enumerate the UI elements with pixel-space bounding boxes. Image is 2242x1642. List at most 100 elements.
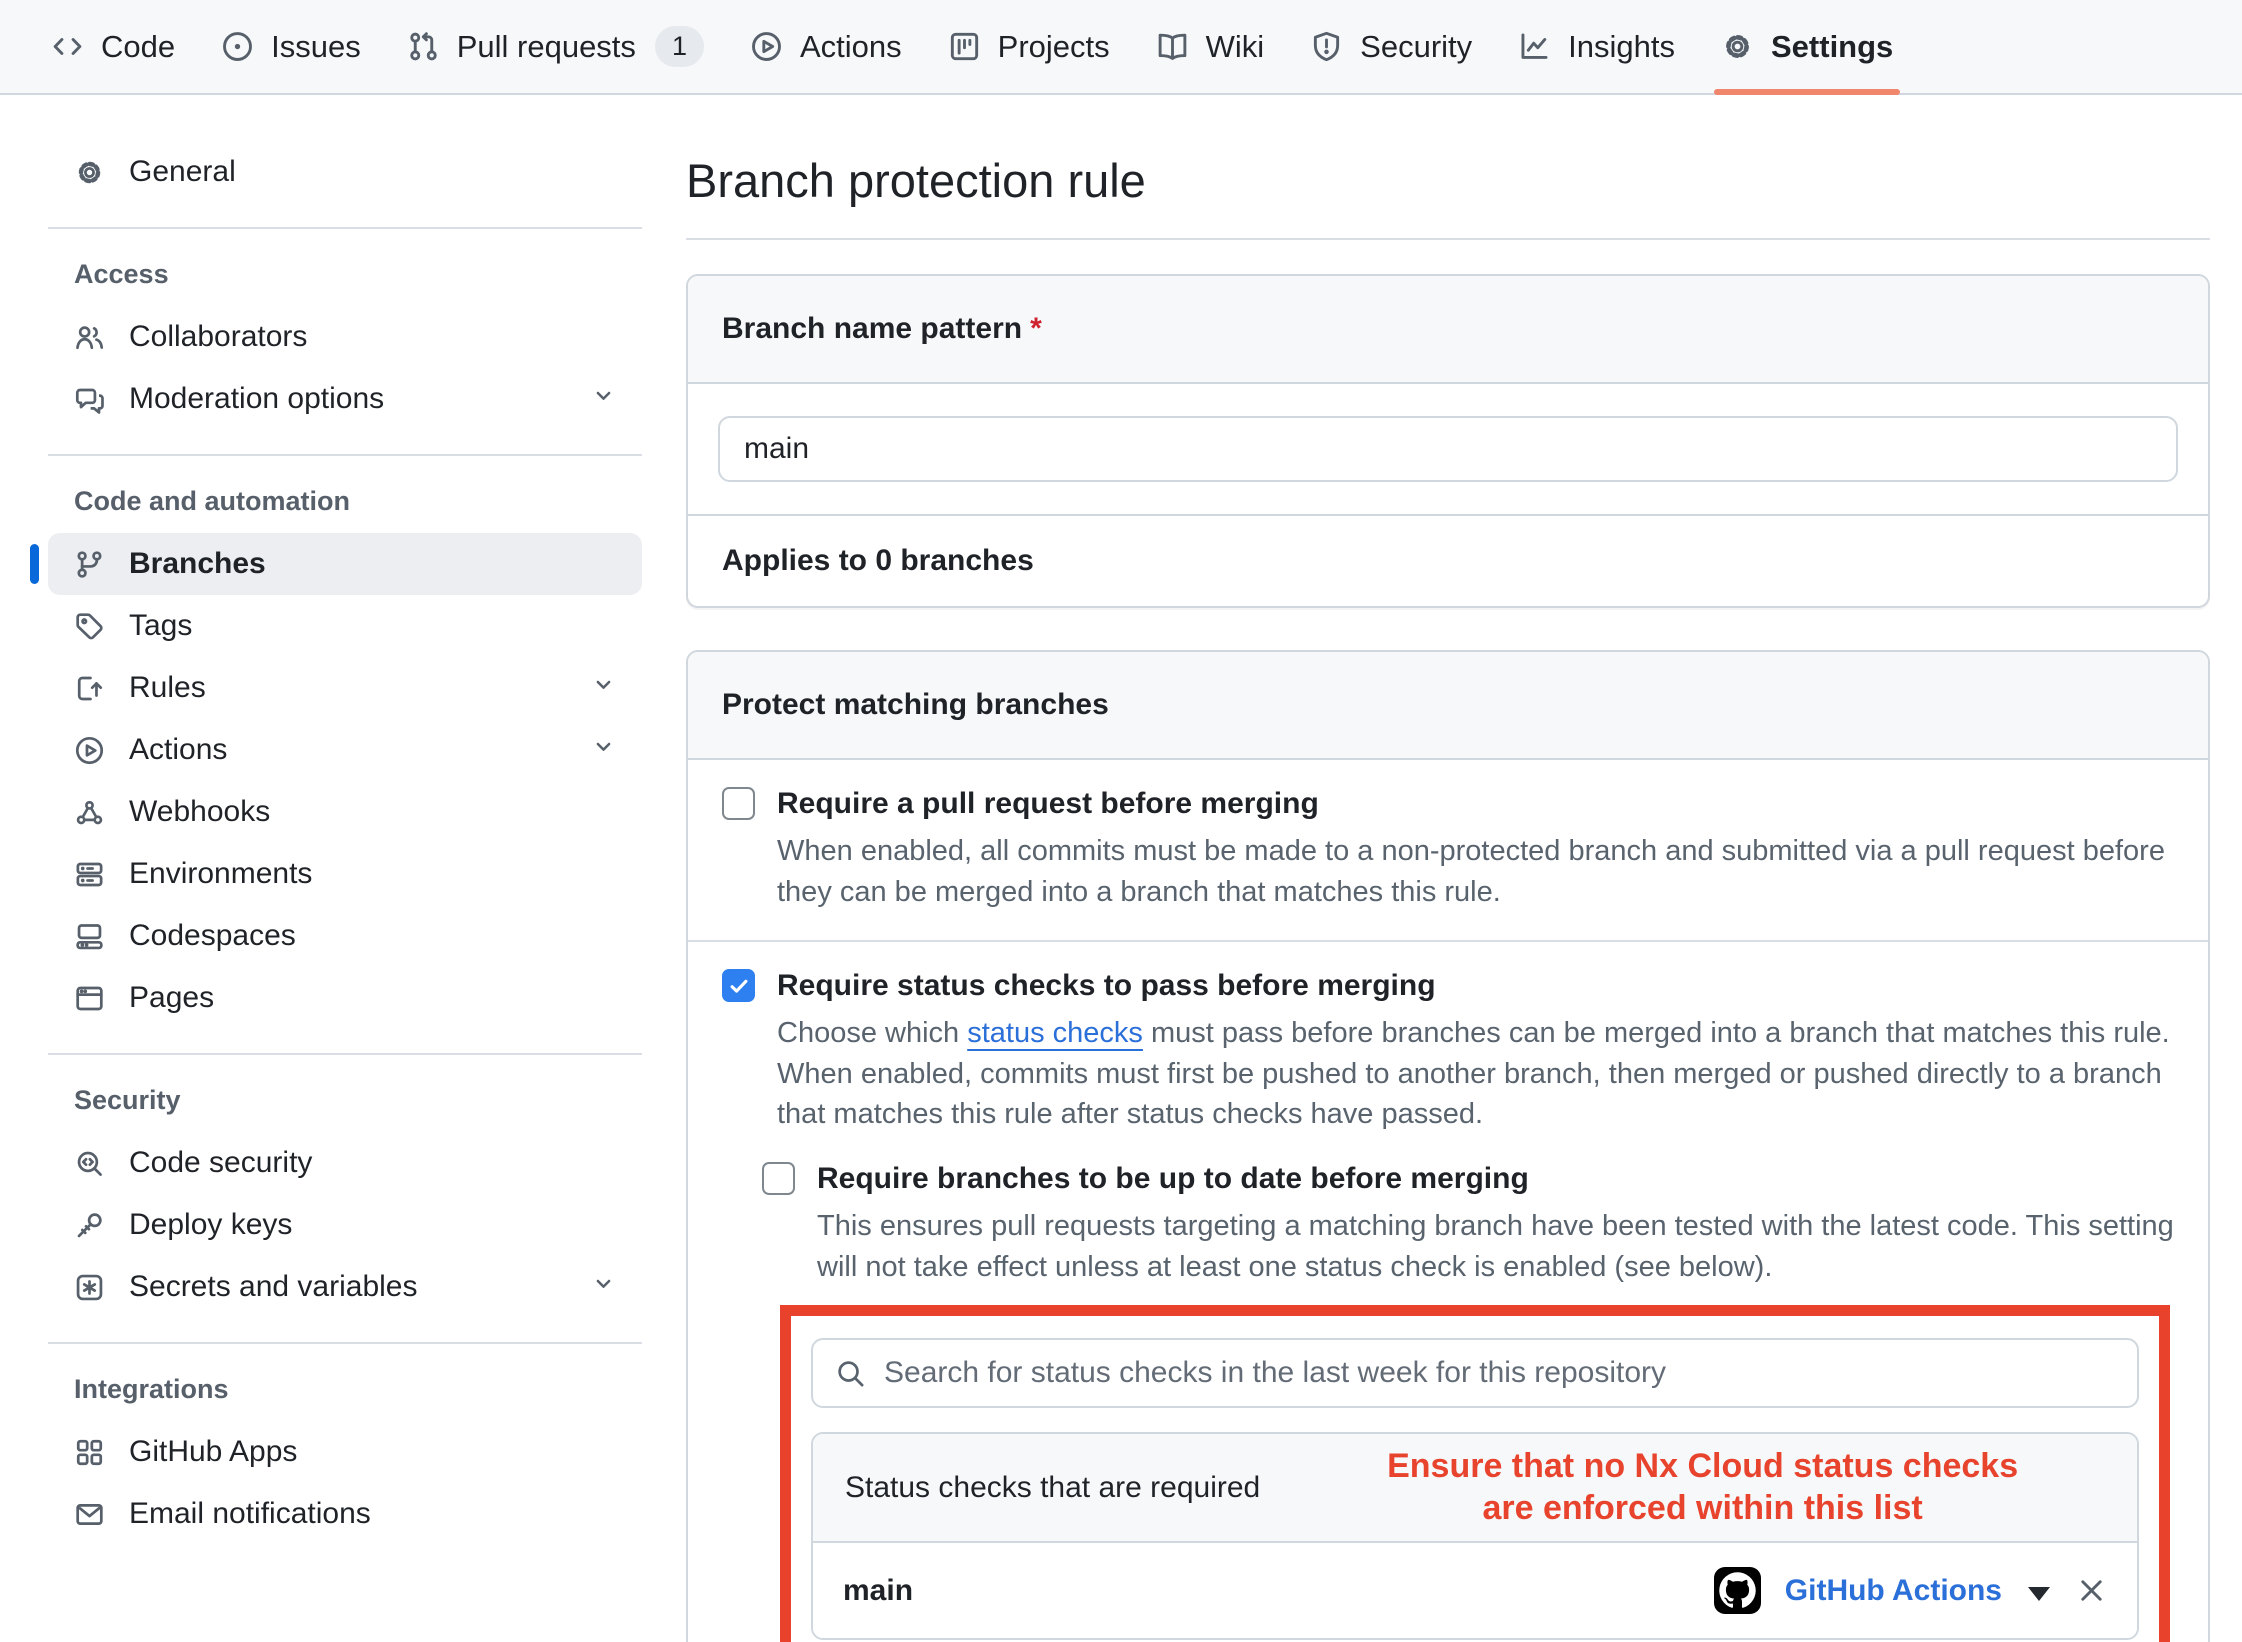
- server-icon: [74, 859, 105, 890]
- settings-sidebar: General Access Collaborators Moderation …: [0, 95, 658, 1545]
- require-pull-request-checkbox[interactable]: [722, 787, 755, 820]
- required-status-checks-list: Status checks that are required Ensure t…: [811, 1432, 2139, 1640]
- remove-status-check-button[interactable]: [2076, 1575, 2107, 1606]
- status-checks-list-header: Status checks that are required Ensure t…: [813, 1434, 2137, 1543]
- mail-icon: [74, 1499, 105, 1530]
- gear-icon: [74, 157, 105, 188]
- tab-pull-requests[interactable]: Pull requests 1: [384, 0, 727, 93]
- pull-request-count-badge: 1: [655, 26, 704, 67]
- chevron-down-icon: [591, 382, 616, 416]
- github-actions-logo-icon: [1714, 1567, 1761, 1614]
- sidebar-item-general[interactable]: General: [48, 141, 642, 203]
- sidebar-item-label: Email notifications: [129, 1497, 616, 1531]
- sidebar-item-label: Pages: [129, 981, 616, 1015]
- status-check-row: main GitHub Actions: [813, 1543, 2137, 1638]
- book-icon: [1156, 30, 1189, 63]
- status-check-name: main: [843, 1574, 1714, 1608]
- gear-icon: [1721, 30, 1754, 63]
- sidebar-item-label: Secrets and variables: [129, 1270, 567, 1304]
- option-require-pull-request: Require a pull request before merging Wh…: [688, 760, 2208, 942]
- status-checks-link[interactable]: status checks: [967, 1017, 1143, 1049]
- sidebar-item-code-security[interactable]: Code security: [48, 1132, 642, 1194]
- tab-label: Insights: [1568, 29, 1675, 65]
- tab-label: Projects: [998, 29, 1110, 65]
- tab-actions[interactable]: Actions: [727, 0, 925, 93]
- status-check-search-input[interactable]: [884, 1356, 2115, 1390]
- github-actions-link[interactable]: GitHub Actions: [1785, 1574, 2002, 1608]
- sidebar-item-label: Webhooks: [129, 795, 616, 829]
- key-icon: [74, 1210, 105, 1241]
- webhook-icon: [74, 797, 105, 828]
- protect-matching-branches-card: Protect matching branches Require a pull…: [686, 650, 2210, 1642]
- rule-icon: [74, 673, 105, 704]
- sidebar-item-label: Moderation options: [129, 382, 567, 416]
- sidebar-item-label: Environments: [129, 857, 616, 891]
- sidebar-item-github-apps[interactable]: GitHub Apps: [48, 1421, 642, 1483]
- protect-matching-branches-header: Protect matching branches: [688, 652, 2208, 760]
- tab-issues[interactable]: Issues: [198, 0, 384, 93]
- sidebar-item-label: General: [129, 155, 616, 189]
- tab-insights[interactable]: Insights: [1495, 0, 1698, 93]
- sidebar-item-branches[interactable]: Branches: [48, 533, 642, 595]
- sidebar-section-title: Access: [74, 259, 642, 290]
- branch-name-pattern-header: Branch name pattern*: [688, 276, 2208, 384]
- sidebar-divider: [48, 227, 642, 229]
- sidebar-divider: [48, 1342, 642, 1344]
- require-up-to-date-checkbox[interactable]: [762, 1162, 795, 1195]
- repo-tab-bar: Code Issues Pull requests 1 Actions Proj…: [0, 0, 2242, 95]
- sidebar-item-deploy-keys[interactable]: Deploy keys: [48, 1194, 642, 1256]
- description-text: Choose which: [777, 1017, 967, 1049]
- tab-security[interactable]: Security: [1287, 0, 1495, 93]
- option-description: When enabled, all commits must be made t…: [777, 831, 2174, 912]
- source-dropdown-caret-icon[interactable]: [2028, 1587, 2050, 1601]
- chevron-down-icon: [591, 733, 616, 767]
- applies-to-branches-text: Applies to 0 branches: [688, 514, 2208, 606]
- tab-wiki[interactable]: Wiki: [1133, 0, 1288, 93]
- sidebar-item-tags[interactable]: Tags: [48, 595, 642, 657]
- tag-icon: [74, 611, 105, 642]
- option-require-status-checks: Require status checks to pass before mer…: [688, 942, 2208, 1642]
- sidebar-divider: [48, 454, 642, 456]
- branch-name-pattern-body: [688, 384, 2208, 514]
- tab-label: Issues: [271, 29, 361, 65]
- play-circle-icon: [74, 735, 105, 766]
- issue-icon: [221, 30, 254, 63]
- browser-icon: [74, 983, 105, 1014]
- sidebar-item-collaborators[interactable]: Collaborators: [48, 306, 642, 368]
- sidebar-item-email-notifications[interactable]: Email notifications: [48, 1483, 642, 1545]
- option-description: Choose which status checks must pass bef…: [777, 1013, 2174, 1135]
- option-require-up-to-date: Require branches to be up to date before…: [762, 1159, 2174, 1287]
- sidebar-item-webhooks[interactable]: Webhooks: [48, 781, 642, 843]
- branch-name-pattern-card: Branch name pattern* Applies to 0 branch…: [686, 274, 2210, 608]
- sidebar-item-rules[interactable]: Rules: [48, 657, 642, 719]
- branch-name-pattern-input[interactable]: [718, 416, 2178, 482]
- option-label: Require a pull request before merging: [777, 784, 1319, 823]
- branch-name-pattern-label: Branch name pattern: [722, 312, 1022, 345]
- comment-discussion-icon: [74, 384, 105, 415]
- tab-label: Code: [101, 29, 175, 65]
- codescan-icon: [74, 1148, 105, 1179]
- codespaces-icon: [74, 921, 105, 952]
- sidebar-item-pages[interactable]: Pages: [48, 967, 642, 1029]
- page-title: Branch protection rule: [686, 137, 2210, 240]
- sidebar-item-environments[interactable]: Environments: [48, 843, 642, 905]
- sidebar-item-label: Actions: [129, 733, 567, 767]
- sidebar-item-actions[interactable]: Actions: [48, 719, 642, 781]
- apps-grid-icon: [74, 1437, 105, 1468]
- require-status-checks-checkbox[interactable]: [722, 969, 755, 1002]
- graph-icon: [1518, 30, 1551, 63]
- sidebar-item-codespaces[interactable]: Codespaces: [48, 905, 642, 967]
- sidebar-item-secrets-and-variables[interactable]: Secrets and variables: [48, 1256, 642, 1318]
- chevron-down-icon: [591, 671, 616, 705]
- sidebar-item-moderation-options[interactable]: Moderation options: [48, 368, 642, 430]
- chevron-down-icon: [591, 1270, 616, 1304]
- play-circle-icon: [750, 30, 783, 63]
- git-branch-icon: [74, 549, 105, 580]
- tab-label: Wiki: [1206, 29, 1265, 65]
- shield-icon: [1310, 30, 1343, 63]
- tab-settings[interactable]: Settings: [1698, 0, 1916, 93]
- annotation-text: Ensure that no Nx Cloud status checks ar…: [1260, 1446, 2105, 1529]
- annotation-line-1: Ensure that no Nx Cloud status checks: [1387, 1447, 2018, 1485]
- tab-code[interactable]: Code: [28, 0, 198, 93]
- tab-projects[interactable]: Projects: [925, 0, 1133, 93]
